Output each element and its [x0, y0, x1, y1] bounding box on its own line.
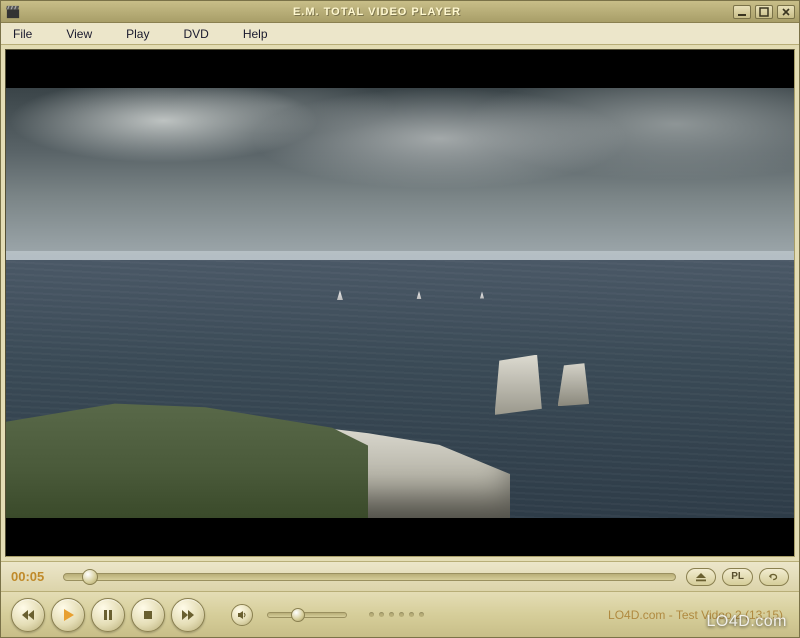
letterbox-bottom [6, 518, 794, 556]
play-icon [61, 608, 75, 622]
time-elapsed: 00:05 [11, 569, 53, 584]
stop-button[interactable] [131, 598, 165, 632]
eject-icon [695, 572, 707, 582]
playlist-label: PL [731, 571, 744, 582]
play-button[interactable] [51, 598, 85, 632]
mute-button[interactable] [231, 604, 253, 626]
seek-right-buttons: PL [686, 568, 789, 586]
window-controls [733, 5, 795, 19]
next-button[interactable] [171, 598, 205, 632]
seek-slider[interactable] [63, 573, 676, 581]
letterbox-top [6, 50, 794, 88]
pause-icon [101, 608, 115, 622]
next-icon [181, 608, 195, 622]
menu-dvd[interactable]: DVD [179, 25, 212, 43]
pause-button[interactable] [91, 598, 125, 632]
video-viewport[interactable] [5, 49, 795, 557]
previous-button[interactable] [11, 598, 45, 632]
menu-bar: File View Play DVD Help [1, 23, 799, 45]
stop-icon [141, 608, 155, 622]
maximize-button[interactable] [755, 5, 773, 19]
close-icon [781, 7, 791, 17]
menu-view[interactable]: View [62, 25, 96, 43]
clapper-icon [5, 4, 21, 20]
maximize-icon [759, 7, 769, 17]
menu-file[interactable]: File [9, 25, 36, 43]
now-playing-label: LO4D.com - Test Video 2 (13:15) [608, 608, 789, 622]
volume-thumb[interactable] [291, 608, 305, 622]
menu-play[interactable]: Play [122, 25, 153, 43]
minimize-button[interactable] [733, 5, 751, 19]
window-title: E.M. TOTAL VIDEO PLAYER [21, 6, 733, 18]
minimize-icon [737, 7, 747, 17]
previous-icon [21, 608, 35, 622]
playlist-button[interactable]: PL [722, 568, 753, 586]
seek-bar-row: 00:05 PL [1, 561, 799, 591]
repeat-button[interactable] [759, 568, 789, 586]
volume-slider[interactable] [267, 612, 347, 618]
seek-thumb[interactable] [82, 569, 98, 585]
indicator-dots [369, 612, 424, 617]
repeat-icon [768, 572, 780, 582]
close-button[interactable] [777, 5, 795, 19]
eject-button[interactable] [686, 568, 716, 586]
mute-icon [237, 610, 247, 620]
menu-help[interactable]: Help [239, 25, 272, 43]
video-frame [6, 88, 794, 518]
transport-controls: LO4D.com - Test Video 2 (13:15) [1, 591, 799, 637]
app-window: E.M. TOTAL VIDEO PLAYER File View Play D… [0, 0, 800, 638]
title-bar[interactable]: E.M. TOTAL VIDEO PLAYER [1, 1, 799, 23]
